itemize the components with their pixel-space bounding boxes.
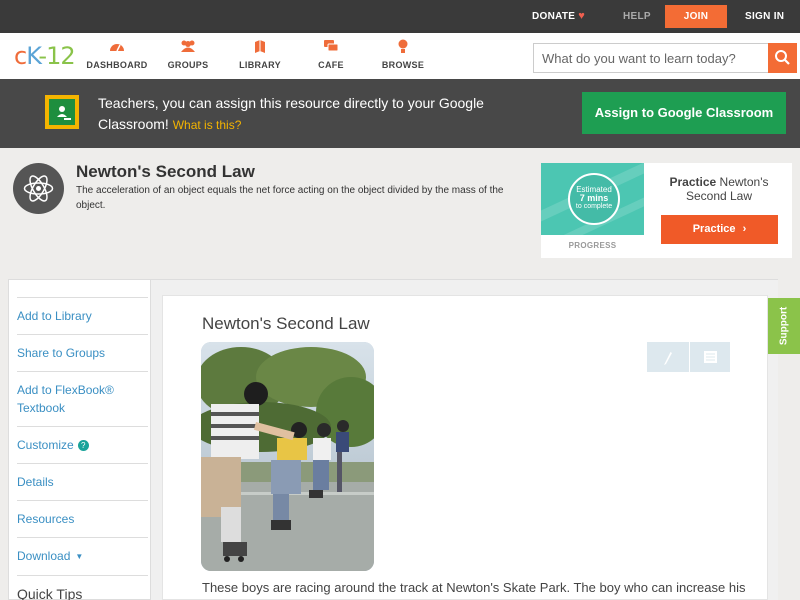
nav-browse[interactable]: BROWSE bbox=[368, 39, 438, 70]
notes-icon bbox=[704, 351, 717, 363]
sidebar-menu: Add to Library Share to Groups Add to Fl… bbox=[17, 297, 148, 600]
sign-in-link[interactable]: SIGN IN bbox=[745, 0, 784, 33]
nav-groups[interactable]: GROUPS bbox=[153, 39, 223, 70]
notes-button[interactable] bbox=[689, 342, 730, 372]
caret-down-icon: ▼ bbox=[75, 552, 84, 561]
annotate-button[interactable] bbox=[647, 342, 688, 372]
google-classroom-banner: Teachers, you can assign this resource d… bbox=[0, 79, 800, 148]
article-tools bbox=[647, 342, 730, 372]
practice-tile[interactable]: Estimated 7 mins to complete bbox=[541, 163, 644, 235]
sidebar-item-label: Resources bbox=[17, 512, 75, 526]
sidebar-item-customize[interactable]: Customize? bbox=[17, 426, 148, 463]
sidebar-item-details[interactable]: Details bbox=[17, 463, 148, 500]
dashboard-icon bbox=[82, 39, 152, 55]
article-body-text: These boys are racing around the track a… bbox=[202, 580, 746, 595]
cafe-icon bbox=[296, 39, 366, 55]
progress-label: PROGRESS bbox=[568, 241, 617, 250]
article-title: Newton's Second Law bbox=[202, 314, 370, 333]
practice-button[interactable]: Practice › bbox=[661, 215, 778, 244]
search-box bbox=[533, 43, 797, 73]
nav-dashboard-label: DASHBOARD bbox=[86, 60, 148, 70]
nav-cafe[interactable]: CAFE bbox=[296, 39, 366, 70]
practice-card: Estimated 7 mins to complete PROGRESS Pr… bbox=[541, 163, 792, 258]
banner-text-block: Teachers, you can assign this resource d… bbox=[98, 93, 538, 136]
sidebar-item-label: Download bbox=[17, 549, 71, 563]
search-button[interactable] bbox=[768, 43, 797, 73]
estimated-mins: 7 mins bbox=[579, 193, 609, 203]
concept-description: The acceleration of an object equals the… bbox=[76, 185, 504, 211]
help-link[interactable]: HELP bbox=[623, 0, 651, 33]
nav-library[interactable]: LIBRARY bbox=[225, 39, 295, 70]
nav-dashboard[interactable]: DASHBOARD bbox=[82, 39, 152, 70]
practice-button-label: Practice bbox=[692, 223, 736, 235]
google-classroom-icon bbox=[45, 95, 79, 129]
nav-browse-label: BROWSE bbox=[381, 60, 425, 70]
sidebar-item-label: Details bbox=[17, 475, 54, 489]
atom-icon bbox=[13, 163, 64, 214]
nav-groups-label: GROUPS bbox=[167, 60, 209, 70]
logo-k: K bbox=[26, 42, 39, 70]
quick-tips-heading: Quick Tips bbox=[17, 575, 148, 600]
skaters-photo bbox=[201, 342, 374, 571]
sidebar-item-add-to-library[interactable]: Add to Library bbox=[17, 297, 148, 334]
search-icon bbox=[775, 50, 790, 65]
ck12-logo[interactable]: cK-12 bbox=[14, 42, 76, 70]
practice-title-bold: Practice bbox=[669, 175, 717, 189]
nav-library-label: LIBRARY bbox=[239, 60, 281, 70]
estimated-time-badge: Estimated 7 mins to complete bbox=[568, 173, 620, 225]
pencil-icon bbox=[664, 352, 672, 365]
concept-title: Newton's Second Law bbox=[76, 162, 255, 181]
support-tab[interactable]: Support bbox=[768, 298, 800, 354]
logo-dash: - bbox=[38, 42, 47, 70]
browse-icon bbox=[368, 39, 438, 55]
sidebar-item-label: Share to Groups bbox=[17, 346, 106, 360]
sidebar-item-share-to-groups[interactable]: Share to Groups bbox=[17, 334, 148, 371]
quick-tips-label: Quick Tips bbox=[17, 586, 83, 600]
library-icon bbox=[225, 39, 295, 55]
groups-icon bbox=[153, 39, 223, 55]
support-label: Support bbox=[778, 306, 790, 346]
sidebar-item-resources[interactable]: Resources bbox=[17, 500, 148, 537]
nav-cafe-label: CAFE bbox=[318, 60, 344, 70]
to-complete-label: to complete bbox=[575, 203, 613, 210]
sidebar-item-add-to-flexbook[interactable]: Add to FlexBook® Textbook bbox=[17, 371, 148, 426]
main-navbar: cK-12 DASHBOARD GROUPS LIBRARY CAFE BROW… bbox=[0, 33, 800, 79]
donate-label: DONATE bbox=[532, 11, 576, 22]
banner-text: Teachers, you can assign this resource d… bbox=[98, 95, 484, 132]
help-icon[interactable]: ? bbox=[77, 440, 89, 451]
top-utility-bar: DONATE ♥ HELP JOIN SIGN IN bbox=[0, 0, 800, 33]
sidebar-item-label: Add to Library bbox=[17, 309, 92, 323]
left-sidebar: Add to Library Share to Groups Add to Fl… bbox=[8, 279, 151, 600]
sidebar-item-label: Add to FlexBook® Textbook bbox=[17, 383, 114, 415]
practice-title: Practice Newton's Second Law bbox=[657, 175, 781, 203]
what-is-this-link[interactable]: What is this? bbox=[173, 118, 242, 132]
logo-12: 12 bbox=[46, 42, 76, 70]
join-button[interactable]: JOIN bbox=[665, 5, 727, 28]
logo-c: c bbox=[14, 42, 27, 70]
sidebar-item-label: Customize bbox=[17, 438, 74, 452]
chevron-right-icon: › bbox=[742, 223, 747, 235]
heart-icon: ♥ bbox=[578, 10, 586, 22]
search-input[interactable] bbox=[534, 44, 768, 72]
sidebar-item-download[interactable]: Download ▼ bbox=[17, 537, 148, 575]
assign-google-classroom-button[interactable]: Assign to Google Classroom bbox=[582, 92, 786, 134]
donate-link[interactable]: DONATE ♥ bbox=[532, 0, 585, 33]
